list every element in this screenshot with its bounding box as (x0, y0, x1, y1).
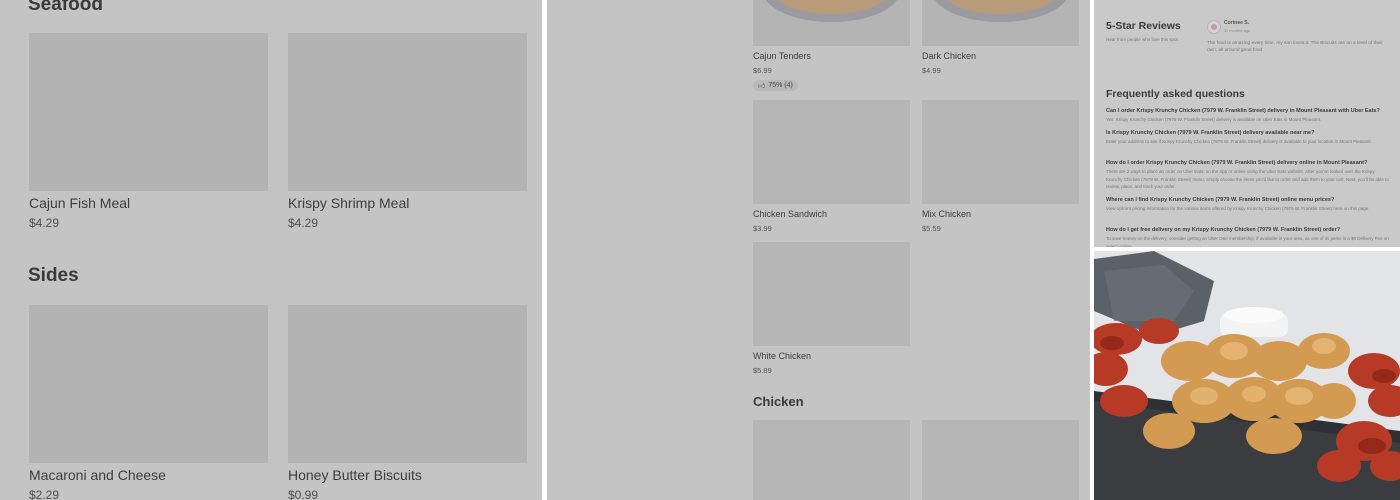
faq-answer: To save money on the delivery, consider … (1106, 236, 1389, 247)
section-title-chicken: Chicken (753, 394, 804, 409)
faq-question: Can I order Krispy Krunchy Chicken (7979… (1106, 108, 1380, 114)
rating-badge: 👍︎ 75% (4) (753, 80, 798, 91)
menu-item-name: Honey Butter Biscuits (288, 467, 422, 483)
menu-item-name: White Chicken (753, 351, 812, 361)
avatar (1207, 20, 1221, 34)
chicken-platter-image (1094, 251, 1400, 500)
menu-item-image (922, 420, 1079, 500)
menu-item-image (922, 0, 1079, 46)
menu-item-name: Macaroni and Cheese (29, 467, 166, 483)
review-date: 11 months ago (1224, 28, 1251, 33)
menu-item-price: $5.59 (922, 224, 941, 233)
menu-item-card[interactable]: Dark Chicken $4.99 (922, 0, 1079, 75)
menu-item-card[interactable]: Macaroni and Cheese $2.29 (29, 305, 268, 500)
menu-item-name: Dark Chicken (922, 51, 977, 61)
thumbs-up-icon: 👍︎ (758, 83, 766, 90)
menu-item-image (922, 100, 1079, 204)
menu-item-card[interactable] (753, 420, 910, 500)
menu-item-price: $0.99 (288, 488, 319, 500)
faq-answer: Enter your address to see if Krispy Krun… (1106, 139, 1372, 144)
menu-item-card[interactable]: Cajun Tenders $6.99 👍︎ 75% (4) (753, 0, 910, 93)
menu-item-price: $3.99 (753, 224, 772, 233)
faq-item[interactable]: Where can I find Krispy Krunchy Chicken … (1106, 197, 1389, 213)
menu-item-card[interactable]: Mix Chicken $5.59 (922, 100, 1079, 233)
menu-item-card[interactable]: Cajun Fish Meal $4.29 (29, 33, 268, 230)
faq-question: How do I order Krispy Krunchy Chicken (7… (1106, 160, 1368, 166)
menu-item-name: Mix Chicken (922, 209, 972, 219)
menu-item-price: $4.29 (288, 216, 319, 230)
faq-answer: Yes. Krispy Krunchy Chicken (7979 W. Fra… (1106, 117, 1322, 122)
menu-item-name: Chicken Sandwich (753, 209, 828, 219)
faq-answer: View upfront pricing information for the… (1106, 206, 1370, 211)
menu-item-price: $4.99 (922, 66, 941, 75)
menu-item-card[interactable] (922, 420, 1079, 500)
menu-item-image (288, 305, 527, 463)
menu-panel-left: Seafood Cajun Fish Meal $4.29 Krispy Shr… (0, 0, 542, 500)
faq-item[interactable]: Is Krispy Krunchy Chicken (7979 W. Frank… (1106, 130, 1389, 146)
food-photo (1094, 251, 1400, 500)
menu-item-image (753, 242, 910, 346)
faq-question: How do I get free delivery on my Krispy … (1106, 227, 1341, 233)
menu-item-image (29, 305, 268, 463)
menu-item-image (29, 33, 268, 191)
menu-item-image (753, 420, 910, 500)
faq-answer: There are 2 ways to place an order on Ub… (1106, 169, 1389, 189)
rating-value: 75% (4) (768, 82, 793, 89)
menu-item-image (753, 0, 910, 46)
review-text: The food is amazing every time, my son l… (1207, 41, 1383, 53)
menu-item-price: $5.89 (753, 366, 772, 375)
menu-item-card[interactable]: Krispy Shrimp Meal $4.29 (288, 33, 527, 230)
menu-item-image (288, 33, 527, 191)
review-author: Cortnee S. (1224, 20, 1250, 26)
faq-item[interactable]: Can I order Krispy Krunchy Chicken (7979… (1106, 108, 1389, 124)
faq-item[interactable]: How do I get free delivery on my Krispy … (1106, 227, 1389, 247)
reviews-title: 5-Star Reviews (1106, 20, 1181, 32)
menu-item-price: $6.99 (753, 66, 772, 75)
menu-item-name: Cajun Fish Meal (29, 195, 131, 211)
reviews-subtitle: Hear from people who love this spot (1106, 37, 1178, 42)
menu-item-image (753, 100, 910, 204)
menu-item-price: $2.29 (29, 488, 60, 500)
menu-item-card[interactable]: Honey Butter Biscuits $0.99 (288, 305, 527, 500)
section-title-seafood: Seafood (28, 0, 103, 15)
menu-item-price: $4.29 (29, 216, 60, 230)
menu-panel-middle: Cajun Tenders $6.99 👍︎ 75% (4) Dark Chic… (547, 0, 1090, 500)
faq-question: Where can I find Krispy Krunchy Chicken … (1106, 197, 1335, 203)
menu-item-name: Cajun Tenders (753, 51, 811, 61)
menu-item-card[interactable]: White Chicken $5.89 (753, 242, 910, 375)
info-panel: 5-Star Reviews Hear from people who love… (1094, 0, 1400, 247)
faq-item[interactable]: How do I order Krispy Krunchy Chicken (7… (1106, 160, 1389, 191)
faq-title: Frequently asked questions (1106, 88, 1245, 100)
section-title-sides: Sides (28, 265, 79, 286)
menu-item-name: Krispy Shrimp Meal (288, 195, 410, 211)
faq-question: Is Krispy Krunchy Chicken (7979 W. Frank… (1106, 130, 1315, 136)
menu-item-card[interactable]: Chicken Sandwich $3.99 (753, 100, 910, 233)
